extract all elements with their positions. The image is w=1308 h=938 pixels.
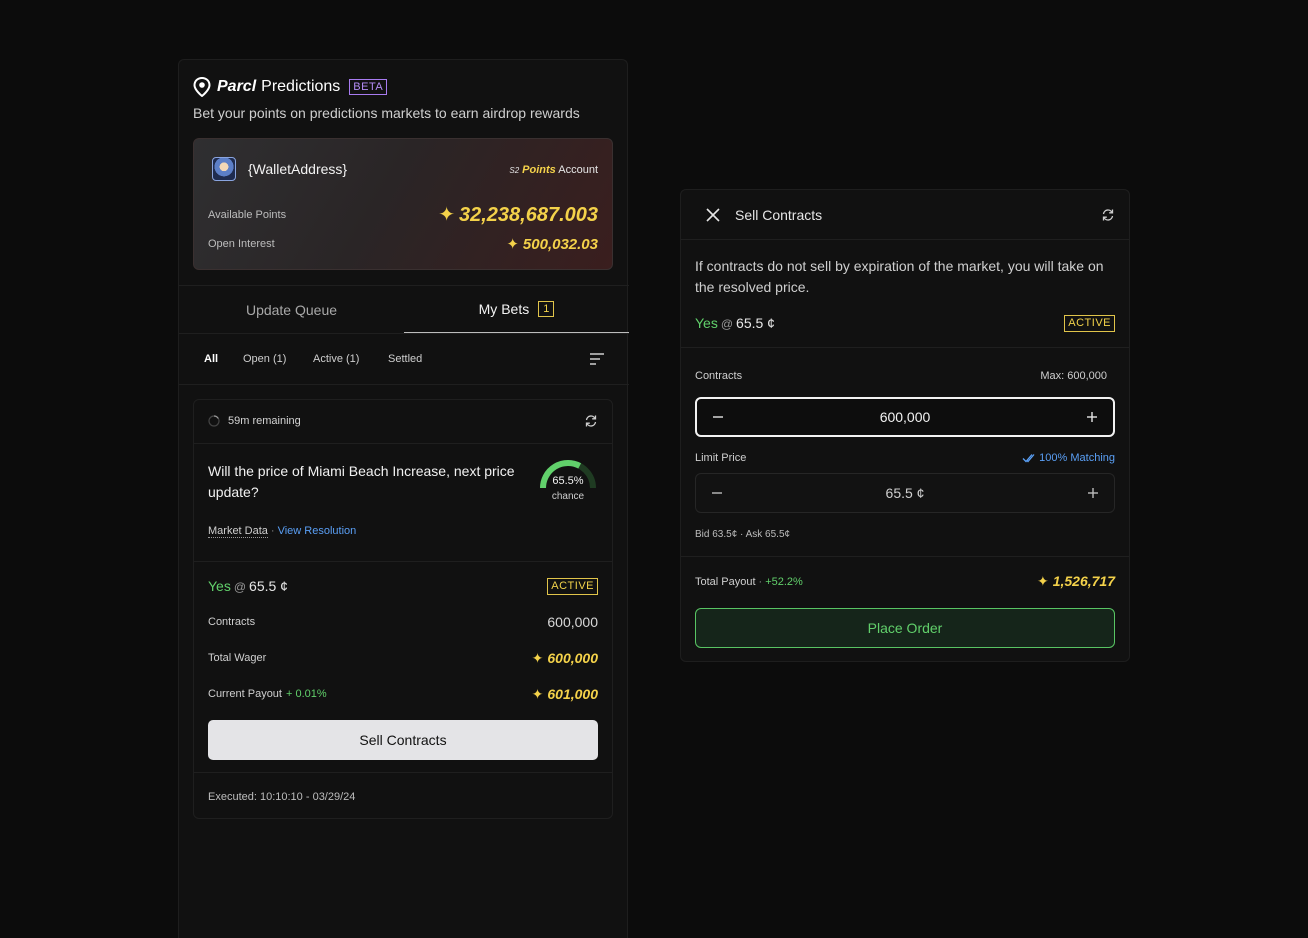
divider: [194, 561, 612, 562]
points-account-card: {WalletAddress} S2 Points Account Availab…: [193, 138, 613, 270]
current-payout-label: Current Payout + 0.01%: [208, 688, 327, 700]
payout-change: + 0.01%: [285, 688, 327, 700]
filter-settled[interactable]: Settled: [388, 353, 422, 365]
market-links: Market Data · View Resolution: [208, 525, 357, 538]
divider: [681, 347, 1129, 348]
points-account-label: S2 Points Account: [509, 164, 598, 176]
contracts-stepper[interactable]: 600,000: [695, 397, 1115, 437]
position-summary: Yes @65.5 ¢: [208, 578, 288, 594]
market-data-link[interactable]: Market Data: [208, 525, 268, 538]
position-summary: Yes @65.5 ¢: [695, 315, 775, 331]
main-tabs: Update Queue My Bets 1: [179, 285, 629, 334]
open-interest-label: Open Interest: [208, 238, 275, 250]
bid-ask-spread: Bid 63.5¢ · Ask 65.5¢: [695, 529, 791, 540]
double-check-icon: [1022, 453, 1035, 462]
plus-icon[interactable]: [1085, 410, 1099, 424]
contracts-label: Contracts: [208, 616, 256, 628]
points-star-icon: ✦: [1036, 573, 1049, 589]
link-separator: ·: [270, 525, 275, 537]
executed-timestamp: Executed: 10:10:10 - 03/29/24: [208, 791, 356, 803]
bet-card-footer: Executed: 10:10:10 - 03/29/24: [194, 772, 612, 820]
limit-price-stepper[interactable]: 65.5 ¢: [695, 473, 1115, 513]
points-star-icon: ✦: [531, 650, 544, 666]
refresh-icon[interactable]: [1101, 208, 1115, 222]
time-remaining: 59m remaining: [228, 415, 301, 427]
sort-icon[interactable]: [589, 352, 605, 366]
sell-panel-header: Sell Contracts: [681, 190, 1129, 240]
divider: [681, 556, 1129, 557]
bet-filters: All Open (1) Active (1) Settled: [179, 333, 629, 385]
entry-price: 65.5 ¢: [249, 578, 288, 594]
points-star-icon: ✦: [438, 204, 455, 226]
open-interest-value: ✦ 500,032.03: [506, 236, 598, 253]
available-points-label: Available Points: [208, 209, 287, 221]
filter-open[interactable]: Open (1): [243, 353, 286, 365]
status-badge: ACTIVE: [1064, 315, 1115, 332]
market-question: Will the price of Miami Beach Increase, …: [208, 463, 515, 500]
timer-icon: [208, 415, 220, 427]
filter-all[interactable]: All: [204, 353, 218, 365]
sell-contracts-panel: Sell Contracts If contracts do not sell …: [680, 189, 1130, 662]
limit-price-input[interactable]: 65.5 ¢: [886, 485, 925, 501]
page-subtitle: Bet your points on predictions markets t…: [193, 105, 580, 121]
current-payout-value: ✦ 601,000: [531, 686, 598, 702]
wallet-address: {WalletAddress}: [248, 161, 348, 177]
beta-badge: BETA: [349, 79, 388, 95]
plus-icon[interactable]: [1086, 486, 1100, 500]
predictions-panel: Parcl Predictions BETA Bet your points o…: [178, 59, 629, 938]
contracts-label: Contracts: [695, 370, 743, 382]
points-star-icon: ✦: [506, 236, 519, 253]
tab-update-queue[interactable]: Update Queue: [179, 286, 404, 334]
available-points-value: ✦ 32,238,687.003: [438, 204, 598, 226]
minus-icon[interactable]: [710, 486, 724, 500]
chance-label: chance: [551, 491, 585, 502]
status-badge: ACTIVE: [547, 578, 598, 595]
refresh-icon[interactable]: [584, 414, 598, 428]
max-contracts-label[interactable]: Max: 600,000: [1040, 370, 1107, 382]
location-pin-icon: [193, 77, 211, 97]
chance-percent: 65.5%: [552, 475, 584, 487]
filter-active[interactable]: Active (1): [313, 353, 359, 365]
account-word: Account: [558, 164, 598, 176]
payout-change: +52.2%: [765, 576, 803, 588]
place-order-button[interactable]: Place Order: [695, 608, 1115, 648]
total-wager-label: Total Wager: [208, 652, 267, 664]
close-icon[interactable]: [705, 207, 721, 223]
side-label: Yes: [695, 315, 718, 331]
view-resolution-link[interactable]: View Resolution: [278, 525, 357, 537]
product-name: Predictions: [261, 78, 341, 95]
bet-card-header: 59m remaining: [194, 400, 612, 444]
season-label: S2: [509, 166, 520, 175]
total-wager-value: ✦ 600,000: [531, 650, 598, 666]
side-label: Yes: [208, 578, 231, 594]
avatar[interactable]: [212, 157, 236, 181]
tab-my-bets[interactable]: My Bets 1: [404, 286, 629, 334]
total-payout-label: Total Payout · +52.2%: [695, 576, 803, 588]
points-star-icon: ✦: [531, 686, 544, 702]
entry-price: 65.5 ¢: [736, 315, 775, 331]
points-word: Points: [522, 164, 556, 176]
brand-header: Parcl Predictions BETA: [193, 76, 388, 98]
limit-price-label: Limit Price: [695, 452, 747, 464]
expiration-info: If contracts do not sell by expiration o…: [695, 258, 1104, 295]
bet-card: 59m remaining Will the price of Miami Be…: [193, 399, 613, 819]
matching-indicator: 100% Matching: [1022, 452, 1115, 464]
total-payout-value: ✦ 1,526,717: [1036, 573, 1115, 589]
brand-name: Parcl: [217, 78, 257, 95]
sell-panel-title: Sell Contracts: [735, 207, 823, 223]
minus-icon[interactable]: [711, 410, 725, 424]
contracts-input[interactable]: 600,000: [880, 409, 931, 425]
bets-count-badge: 1: [538, 301, 555, 317]
contracts-value: 600,000: [547, 614, 598, 630]
sell-contracts-button[interactable]: Sell Contracts: [208, 720, 598, 760]
